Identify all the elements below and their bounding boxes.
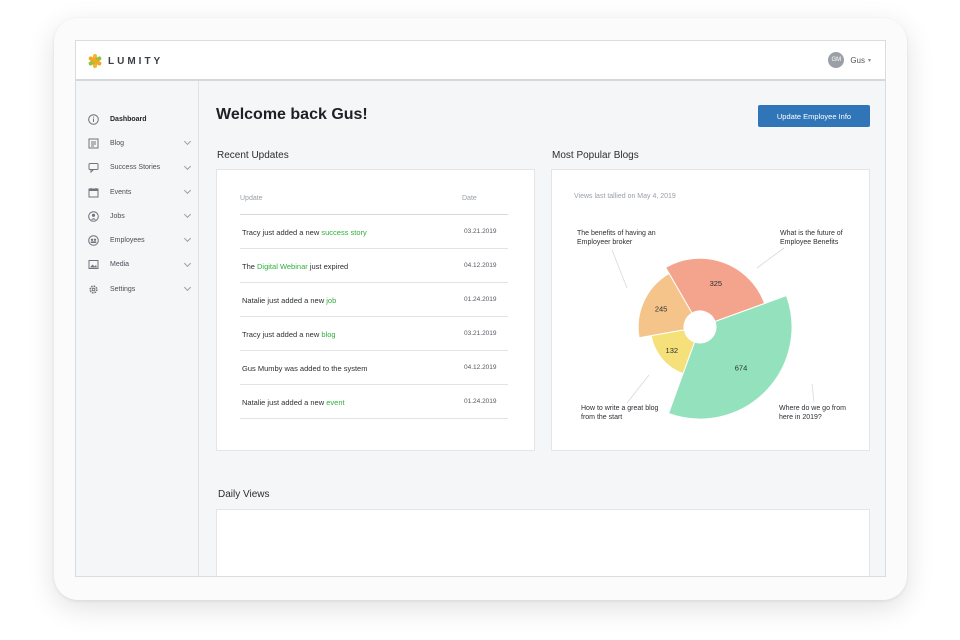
update-text: Tracy just added a new blog	[242, 330, 336, 339]
sidebar-item-media[interactable]: Media	[76, 253, 198, 277]
sidebar: Dashboard Blog Success Stories Events Jo…	[76, 81, 199, 576]
sidebar-item-dashboard[interactable]: Dashboard	[76, 107, 198, 131]
update-text: The Digital Webinar just expired	[242, 262, 348, 271]
leader-line	[756, 247, 785, 269]
chevron-down-icon[interactable]	[183, 235, 192, 243]
sidebar-item-label: Blog	[110, 139, 125, 147]
update-date: 01.24.2019	[464, 296, 497, 303]
chat-icon	[88, 162, 99, 174]
update-date: 04.12.2019	[464, 262, 497, 269]
blog-icon	[88, 138, 99, 149]
update-text-part: Natalie just added a new	[242, 296, 327, 305]
group-icon	[88, 235, 99, 246]
update-link[interactable]: success story	[321, 228, 366, 237]
sidebar-item-employees[interactable]: Employees	[76, 228, 198, 252]
update-text: Natalie just added a new job	[242, 296, 336, 305]
slice-value-label: 132	[666, 346, 679, 355]
leader-line	[811, 383, 815, 403]
update-link[interactable]: event	[326, 398, 344, 407]
slice-value-label: 245	[655, 304, 668, 313]
page-title: Welcome back Gus!	[216, 106, 368, 123]
update-date: 03.21.2019	[464, 330, 497, 337]
user-menu[interactable]: GM Gus ▾	[828, 52, 871, 68]
update-date: 03.21.2019	[464, 228, 497, 235]
table-row: Tracy just added a new success story 03.2…	[240, 215, 508, 249]
update-link[interactable]: job	[326, 296, 336, 305]
sidebar-item-jobs[interactable]: Jobs	[76, 204, 198, 228]
user-name: Gus	[850, 55, 865, 65]
table-row: Gus Mumby was added to the system 04.12.2…	[240, 351, 508, 385]
chevron-down-icon[interactable]	[183, 138, 192, 146]
sidebar-item-label: Dashboard	[110, 115, 147, 123]
table-row: Natalie just added a new job 01.24.2019	[240, 283, 508, 317]
update-link[interactable]: Digital Webinar	[257, 262, 308, 271]
sidebar-item-label: Jobs	[110, 212, 125, 220]
sidebar-item-label: Success Stories	[110, 164, 161, 172]
update-employee-info-button[interactable]: Update Employee Info	[758, 105, 870, 127]
update-text-part: Natalie just added a new	[242, 398, 327, 407]
sidebar-item-blog[interactable]: Blog	[76, 131, 198, 155]
slice-value-label: 674	[735, 364, 748, 373]
update-text-part: Gus Mumby was added to the system	[242, 364, 368, 373]
gear-icon	[88, 284, 99, 295]
update-text: Natalie just added a new event	[242, 398, 345, 407]
calendar-icon	[88, 187, 99, 198]
popular-blogs-card: Views last tallied on May 4, 2019 325 674…	[551, 169, 870, 451]
recent-updates-title: Recent Updates	[217, 150, 289, 161]
label-broker: The benefits of having an Employeer brok…	[577, 230, 656, 246]
update-text-part: Tracy just added a new	[242, 330, 322, 339]
update-text: Gus Mumby was added to the system	[242, 364, 367, 373]
update-link[interactable]: blog	[321, 330, 335, 339]
table-header: Update Date	[240, 193, 508, 215]
chevron-down-icon[interactable]	[183, 211, 192, 219]
avatar: GM	[828, 52, 845, 68]
leader-line	[611, 249, 628, 289]
label-future: What is the future of Employee Benefits	[780, 230, 843, 246]
recent-updates-card: Update Date Tracy just added a new succe…	[216, 169, 535, 451]
app-window: LUMITY GM Gus ▾ Dashboard Blog Success S…	[75, 40, 886, 577]
sidebar-item-success-stories[interactable]: Success Stories	[76, 156, 198, 180]
device-frame: LUMITY GM Gus ▾ Dashboard Blog Success S…	[54, 18, 907, 600]
daily-views-title: Daily Views	[218, 489, 270, 500]
table-row: The Digital Webinar just expired 04.12.20…	[240, 249, 508, 283]
update-text-part: Tracy just added a new	[242, 228, 322, 237]
chevron-down-icon[interactable]	[183, 259, 192, 267]
logo-mark-icon	[87, 54, 103, 68]
slice-value-label: 325	[710, 279, 723, 288]
main-content: Welcome back Gus! Update Employee Info R…	[200, 81, 885, 576]
sidebar-item-settings[interactable]: Settings	[76, 277, 198, 301]
table-row: Natalie just added a new event 01.24.2019	[240, 385, 508, 419]
caret-down-icon: ▾	[867, 57, 871, 64]
column-header-update: Update	[240, 195, 263, 202]
image-icon	[88, 259, 99, 270]
popular-blogs-title: Most Popular Blogs	[552, 150, 639, 161]
user-icon	[88, 211, 99, 222]
chevron-down-icon[interactable]	[183, 162, 192, 170]
update-date: 01.24.2019	[464, 398, 497, 405]
label-great-blog: How to write a great blog from the start	[581, 405, 659, 421]
brand-name: LUMITY	[108, 55, 164, 67]
label-where: Where do we go from here in 2019?	[779, 405, 846, 421]
sidebar-item-events[interactable]: Events	[76, 180, 198, 204]
update-date: 04.12.2019	[464, 364, 497, 371]
sidebar-item-label: Events	[110, 188, 132, 196]
daily-views-card	[216, 509, 870, 576]
sidebar-item-label: Settings	[110, 285, 136, 293]
sidebar-item-label: Employees	[110, 237, 145, 245]
update-text-part: The	[242, 262, 258, 271]
update-text-part: just expired	[307, 262, 349, 271]
sidebar-item-label: Media	[110, 261, 130, 269]
column-header-date: Date	[462, 195, 477, 202]
chevron-down-icon[interactable]	[183, 284, 192, 292]
table-row: Tracy just added a new blog 03.21.2019	[240, 317, 508, 351]
top-bar: LUMITY GM Gus ▾	[76, 41, 885, 81]
update-text: Tracy just added a new success story	[242, 228, 367, 237]
chevron-down-icon[interactable]	[183, 186, 192, 194]
leader-line	[626, 374, 650, 404]
info-icon	[88, 113, 99, 125]
logo[interactable]: LUMITY	[87, 54, 164, 68]
